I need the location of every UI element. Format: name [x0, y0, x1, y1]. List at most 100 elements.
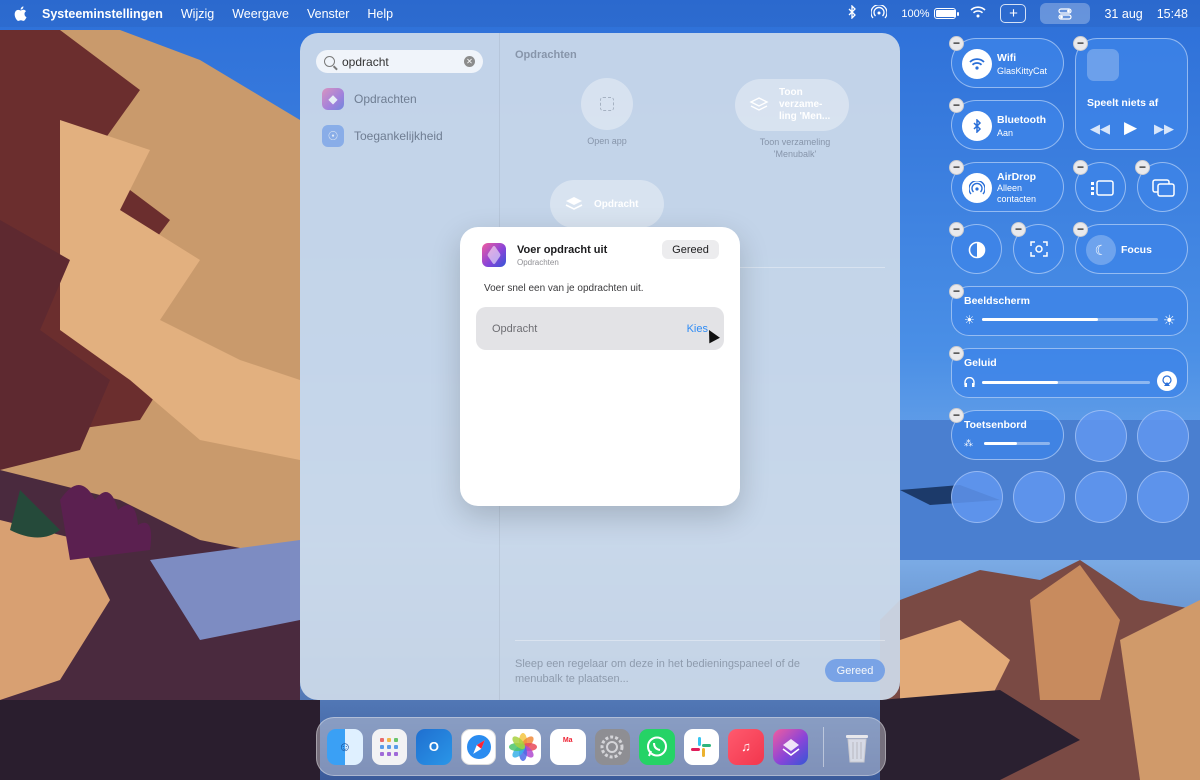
remove-sound-button[interactable]: − [949, 346, 964, 361]
sidebar-item-label: Toegankelijkheid [354, 129, 443, 143]
empty-slot[interactable] [1075, 410, 1127, 462]
bluetooth-status-icon[interactable] [848, 4, 857, 22]
remove-screen-mirroring-button[interactable]: − [1135, 160, 1150, 175]
now-playing-title: Speelt niets af [1087, 97, 1159, 109]
sidebar-item-opdrachten[interactable]: ◆ Opdrachten [322, 88, 417, 110]
bluetooth-icon [962, 111, 992, 141]
add-control-icon[interactable]: + [1000, 4, 1027, 23]
menu-wijzig[interactable]: Wijzig [181, 7, 214, 21]
menu-app-name[interactable]: Systeeminstellingen [42, 7, 163, 21]
launchpad-icon[interactable] [371, 728, 408, 765]
toon-verzameling-pill[interactable]: Toon verzame-ling 'Men... [735, 79, 849, 131]
empty-slot[interactable] [951, 471, 1003, 523]
sound-control[interactable]: Geluid [951, 348, 1188, 398]
remove-focus-button[interactable]: − [1073, 222, 1088, 237]
music-icon[interactable]: ♫ [728, 728, 764, 765]
wifi-status-icon[interactable] [970, 6, 987, 21]
empty-slot[interactable] [1013, 471, 1065, 523]
empty-slot[interactable] [1075, 471, 1127, 523]
apple-logo-icon[interactable] [12, 6, 28, 22]
bluetooth-status: Aan [997, 128, 1014, 138]
remove-stage-manager-button[interactable]: − [1073, 160, 1088, 175]
album-art [1087, 49, 1119, 81]
battery-icon [934, 8, 960, 19]
empty-slot[interactable] [1137, 471, 1189, 523]
keyboard-brightness-control[interactable]: Toetsenbord ⁂ [951, 410, 1064, 460]
footer-hint: Sleep een regelaar om deze in het bedien… [515, 658, 800, 686]
rewind-icon[interactable]: ◀◀ [1090, 121, 1110, 137]
moon-icon: ☾ [1086, 235, 1116, 265]
settings-done-button[interactable]: Gereed [825, 659, 885, 682]
display-control[interactable]: Beeldscherm ☀ ☀ [951, 286, 1188, 336]
airplay-audio-icon[interactable] [1157, 371, 1177, 391]
sheet-subtitle: Opdrachten [517, 258, 559, 267]
airdrop-status-icon[interactable] [870, 4, 888, 22]
whatsapp-icon[interactable] [639, 728, 675, 765]
remove-keyboard-button[interactable]: − [949, 408, 964, 423]
sheet-description: Voer snel een van je opdrachten uit. [484, 283, 644, 294]
keyboard-brightness-slider[interactable] [984, 442, 1050, 445]
outlook-icon[interactable]: O [416, 728, 452, 765]
search-input[interactable]: opdracht [342, 55, 389, 69]
shortcuts-layers-icon [565, 197, 583, 210]
finder-icon[interactable]: ☺ [327, 728, 363, 765]
picker-label: Opdracht [492, 322, 538, 335]
search-field[interactable]: opdracht ✕ [316, 50, 483, 73]
control-center-icon[interactable] [1040, 3, 1091, 24]
now-playing-widget[interactable]: Speelt niets af ◀◀ ▶ ▶▶ [1075, 38, 1188, 150]
safari-icon[interactable] [460, 728, 497, 765]
bluetooth-title: Bluetooth [997, 114, 1046, 126]
slack-icon[interactable] [683, 728, 720, 765]
sound-title: Geluid [964, 357, 997, 369]
shortcuts-dock-icon[interactable] [772, 728, 809, 765]
open-app-tile[interactable]: Open app [579, 78, 635, 146]
remove-dark-mode-button[interactable]: − [949, 222, 964, 237]
toon-pill-label: Toon verzame-ling 'Men... [779, 87, 831, 122]
airdrop-title: AirDrop [997, 171, 1037, 183]
brightness-low-icon: ☀ [964, 313, 975, 327]
airdrop-status-1: Alleen [997, 183, 1023, 193]
menu-venster[interactable]: Venster [307, 7, 349, 21]
opdracht-pill[interactable]: Opdracht [550, 180, 664, 228]
airdrop-toggle[interactable]: AirDrop Alleen contacten [951, 162, 1064, 212]
battery-percentage: 100% [901, 7, 930, 20]
airdrop-status-2: contacten [997, 194, 1037, 204]
calendar-icon[interactable]: Ma 31 [549, 728, 586, 765]
brightness-slider[interactable] [982, 318, 1158, 321]
stack-icon [749, 97, 769, 111]
remove-airdrop-button[interactable]: − [949, 160, 964, 175]
sidebar-item-toegankelijkheid[interactable]: ☉ Toegankelijkheid [322, 125, 443, 147]
remove-now-playing-button[interactable]: − [1073, 36, 1088, 51]
fast-forward-icon[interactable]: ▶▶ [1154, 121, 1174, 137]
footer-divider [515, 640, 885, 641]
remove-bluetooth-button[interactable]: − [949, 98, 964, 113]
remove-wifi-button[interactable]: − [949, 36, 964, 51]
photos-icon[interactable] [505, 728, 541, 765]
clear-search-icon[interactable]: ✕ [464, 56, 475, 67]
menubar-time[interactable]: 15:48 [1157, 7, 1188, 21]
trash-icon[interactable] [839, 729, 875, 765]
empty-slot[interactable] [1137, 410, 1189, 462]
remove-display-button[interactable]: − [949, 284, 964, 299]
focus-toggle[interactable]: ☾ Focus [1075, 224, 1188, 274]
keyboard-light-icon: ⁂ [964, 438, 973, 448]
wifi-icon [962, 49, 992, 79]
shortcut-picker-row[interactable]: Opdracht Kies [476, 307, 724, 350]
menu-weergave[interactable]: Weergave [232, 7, 289, 21]
stage-manager-icon [1091, 180, 1114, 196]
sheet-done-button[interactable]: Gereed [662, 240, 719, 259]
wifi-title: Wifi [997, 52, 1017, 64]
dark-mode-icon [962, 235, 992, 265]
system-settings-icon[interactable] [594, 728, 631, 765]
wifi-toggle[interactable]: Wifi GlasKittyCat [951, 38, 1064, 88]
remove-screenshot-button[interactable]: − [1011, 222, 1026, 237]
battery-status[interactable]: 100% [901, 7, 960, 20]
play-icon[interactable]: ▶ [1124, 118, 1137, 138]
search-icon [324, 56, 335, 67]
bluetooth-toggle[interactable]: Bluetooth Aan [951, 100, 1064, 150]
display-title: Beeldscherm [964, 295, 1030, 307]
menubar-date[interactable]: 31 aug [1104, 7, 1142, 21]
volume-slider[interactable] [982, 381, 1150, 384]
brightness-high-icon: ☀ [1163, 312, 1176, 328]
menu-help[interactable]: Help [367, 7, 393, 21]
